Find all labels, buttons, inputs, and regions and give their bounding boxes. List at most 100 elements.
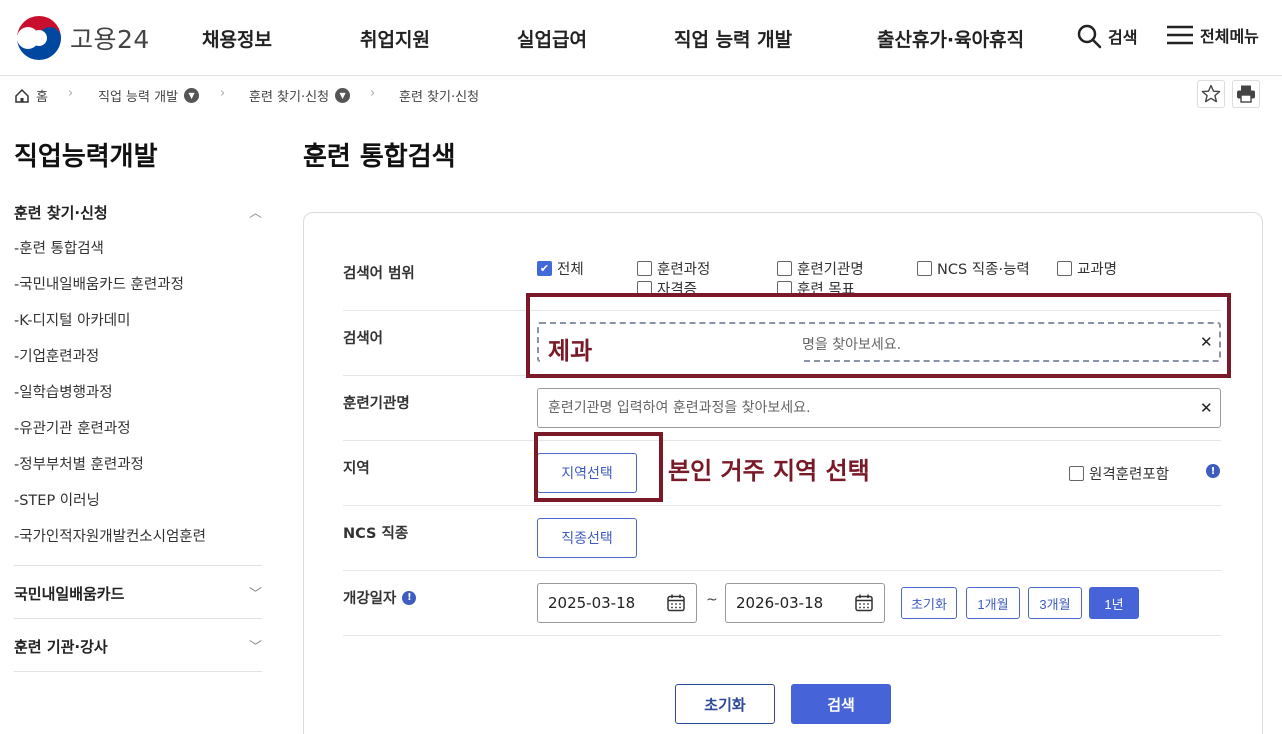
- sidebar-title: 직업능력개발: [14, 142, 158, 172]
- breadcrumb-separator: ›: [220, 86, 226, 101]
- keyword-label: 검색어: [343, 331, 384, 347]
- nav-unemployment-benefit[interactable]: 실업급여: [517, 25, 587, 52]
- scope-ncs-checkbox[interactable]: NCS 직종·능력: [917, 258, 1030, 279]
- site-logo[interactable]: 고용24: [16, 15, 150, 61]
- sidebar-item-consortium-training[interactable]: -국가인적자원개발컨소시엄훈련: [14, 525, 206, 546]
- nav-vocational-training[interactable]: 직업 능력 개발: [674, 25, 792, 52]
- institution-label: 훈련기관명: [343, 396, 410, 412]
- date-to-value: 2026-03-18: [736, 594, 824, 612]
- range-1year-button[interactable]: 1년: [1089, 587, 1139, 619]
- scope-institution-checkbox[interactable]: 훈련기관명: [777, 258, 864, 279]
- print-button[interactable]: [1232, 80, 1260, 108]
- start-date-label-text: 개강일자: [343, 591, 397, 607]
- date-to-input[interactable]: 2026-03-18: [725, 583, 885, 623]
- breadcrumb-level1[interactable]: 직업 능력 개발 ▼: [98, 86, 200, 105]
- region-label: 지역: [343, 461, 370, 477]
- sidebar-item-corporate-training[interactable]: -기업훈련과정: [14, 345, 99, 366]
- sidebar-section-institution-instructor[interactable]: 훈련 기관·강사 ﹀: [14, 636, 262, 657]
- breadcrumb-level3-label: 훈련 찾기·신청: [399, 90, 480, 105]
- annotation-box-region: [534, 432, 663, 502]
- header-search-label: 검색: [1108, 28, 1138, 47]
- row-divider: [343, 635, 1221, 636]
- scope-subject-checkbox[interactable]: 교과명: [1057, 258, 1117, 279]
- sidebar-divider: [14, 671, 262, 672]
- all-menu-button[interactable]: 전체메뉴: [1166, 23, 1259, 47]
- checkbox-box: [637, 261, 652, 276]
- sidebar-divider: [14, 565, 262, 566]
- sidebar-item-work-study[interactable]: -일학습병행과정: [14, 381, 113, 402]
- chevron-up-icon: ︿: [248, 206, 262, 221]
- date-reset-button[interactable]: 초기화: [901, 587, 957, 619]
- hamburger-menu-icon: [1167, 25, 1193, 45]
- info-icon[interactable]: !: [1206, 464, 1220, 478]
- keyword-placeholder-visible: 명을 찾아보세요.: [802, 337, 902, 353]
- scope-all-checkbox[interactable]: ✔ 전체: [537, 258, 584, 279]
- nav-employment-support[interactable]: 취업지원: [360, 25, 430, 52]
- scope-label: 검색어 범위: [343, 266, 415, 282]
- calendar-icon[interactable]: [854, 593, 874, 613]
- close-icon[interactable]: ✕: [1200, 399, 1213, 417]
- sidebar-item-k-digital-academy[interactable]: -K-디지털 아카데미: [14, 309, 130, 330]
- checkmark-icon: ✔: [537, 261, 552, 276]
- calendar-icon[interactable]: [666, 593, 686, 613]
- ncs-select-button[interactable]: 직종선택: [537, 518, 637, 558]
- date-range-separator: ~: [706, 592, 718, 608]
- sidebar-section-national-card[interactable]: 국민내일배움카드 ﹀: [14, 583, 262, 604]
- sidebar-section-label: 국민내일배움카드: [14, 585, 125, 603]
- all-menu-label: 전체메뉴: [1200, 27, 1259, 46]
- row-divider: [343, 440, 1221, 441]
- ncs-label: NCS 직종: [343, 526, 409, 542]
- breadcrumb-level1-label: 직업 능력 개발: [98, 90, 179, 105]
- checkbox-box: [917, 261, 932, 276]
- checkbox-box: [1069, 466, 1084, 481]
- scope-option-label: NCS 직종·능력: [937, 262, 1030, 278]
- sidebar-section-label: 훈련 찾기·신청: [14, 204, 108, 222]
- range-1month-button[interactable]: 1개월: [966, 587, 1020, 619]
- chevron-down-icon[interactable]: ▼: [184, 88, 200, 103]
- start-date-label: 개강일자 !: [343, 587, 417, 608]
- page-title: 훈련 통합검색: [303, 142, 456, 172]
- date-from-input[interactable]: 2025-03-18: [537, 583, 697, 623]
- sidebar-item-government-ministry[interactable]: -정부부처별 훈련과정: [14, 453, 144, 474]
- info-icon[interactable]: !: [402, 590, 417, 605]
- remote-training-checkbox[interactable]: 원격훈련포함: [1069, 463, 1169, 484]
- date-from-value: 2025-03-18: [548, 594, 636, 612]
- home-icon: [15, 88, 29, 103]
- row-divider: [343, 570, 1221, 571]
- sidebar-item-step-elearning[interactable]: -STEP 이러닝: [14, 489, 100, 510]
- breadcrumb-level2-label: 훈련 찾기·신청: [249, 90, 330, 105]
- annotation-region-text: 본인 거주 지역 선택: [668, 457, 870, 485]
- sidebar-item-national-card-course[interactable]: -국민내일배움카드 훈련과정: [14, 273, 184, 294]
- chevron-down-icon: ﹀: [248, 640, 262, 655]
- sidebar-section-training-search[interactable]: 훈련 찾기·신청 ︿: [14, 202, 262, 223]
- checkbox-box: [1057, 261, 1072, 276]
- breadcrumb-separator: ›: [370, 86, 376, 101]
- scope-option-label: 교과명: [1077, 262, 1118, 278]
- nav-parental-leave[interactable]: 출산휴가·육아휴직: [877, 25, 1024, 52]
- sidebar-item-integrated-search[interactable]: -훈련 통합검색: [14, 237, 104, 258]
- breadcrumb-level3: 훈련 찾기·신청: [399, 86, 479, 105]
- breadcrumb-home[interactable]: 홈: [14, 86, 48, 105]
- checkbox-box: [777, 261, 792, 276]
- sidebar-item-related-agency[interactable]: -유관기관 훈련과정: [14, 417, 131, 438]
- nav-jobs[interactable]: 채용정보: [202, 25, 272, 52]
- range-3month-button[interactable]: 3개월: [1028, 587, 1082, 619]
- breadcrumb-level2[interactable]: 훈련 찾기·신청 ▼: [249, 86, 351, 105]
- header-search-button[interactable]: 검색: [1076, 23, 1137, 49]
- taegeuk-logo-icon: [17, 16, 61, 61]
- row-divider: [343, 505, 1221, 506]
- logo-text: 고용24: [70, 25, 150, 54]
- favorite-button[interactable]: [1197, 80, 1225, 108]
- institution-input[interactable]: [537, 388, 1221, 428]
- scope-option-label: 훈련과정: [657, 262, 711, 278]
- scope-option-label: 훈련기관명: [797, 262, 864, 278]
- printer-icon: [1237, 85, 1255, 103]
- search-button[interactable]: 검색: [791, 684, 891, 724]
- chevron-down-icon: ﹀: [248, 587, 262, 602]
- reset-button[interactable]: 초기화: [675, 684, 775, 724]
- sidebar-section-label: 훈련 기관·강사: [14, 638, 108, 656]
- search-icon: [1077, 24, 1102, 49]
- chevron-down-icon[interactable]: ▼: [335, 88, 351, 103]
- annotation-keyword-text: 제과: [548, 337, 593, 365]
- scope-course-checkbox[interactable]: 훈련과정: [637, 258, 710, 279]
